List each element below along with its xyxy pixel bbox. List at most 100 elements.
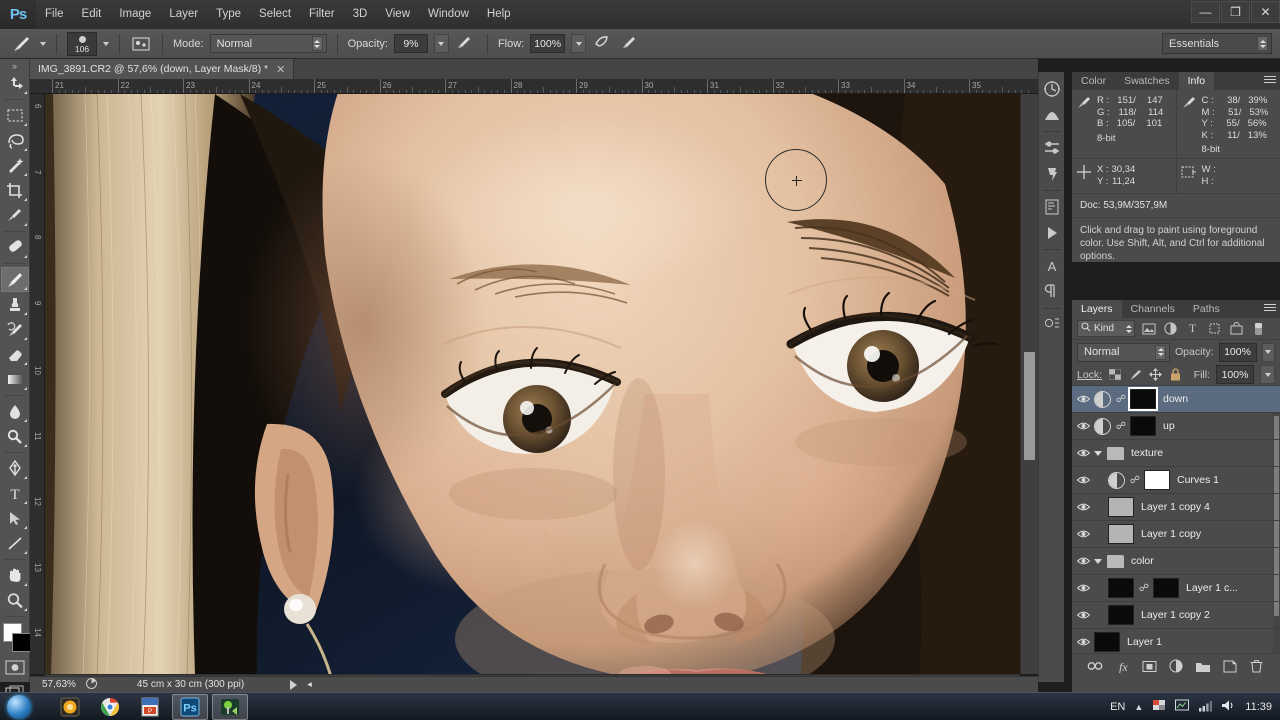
layer-row[interactable]: Layer 1: [1072, 629, 1280, 653]
opacity-input[interactable]: 9%: [393, 34, 428, 53]
layer-visibility-toggle-icon[interactable]: [1072, 394, 1094, 404]
status-expand-icon[interactable]: [290, 679, 298, 690]
adjustments-icon[interactable]: [1040, 135, 1064, 161]
layer-visibility-toggle-icon[interactable]: [1072, 583, 1094, 593]
tab-swatches[interactable]: Swatches: [1115, 72, 1179, 90]
brush-size-indicator[interactable]: 106: [67, 31, 97, 56]
taskbar-photoshop-icon[interactable]: Ps: [172, 693, 208, 720]
lock-all-icon[interactable]: [1168, 368, 1182, 382]
language-indicator[interactable]: EN: [1110, 701, 1125, 713]
taskbar-google-chrome-icon[interactable]: [92, 694, 128, 720]
layer-mask-icon[interactable]: [1140, 657, 1158, 675]
layer-opacity-input[interactable]: 100%: [1218, 342, 1257, 362]
new-layer-icon[interactable]: [1221, 657, 1239, 675]
layer-row[interactable]: Layer 1 copy: [1072, 521, 1280, 548]
layer-visibility-toggle-icon[interactable]: [1072, 475, 1094, 485]
new-adjustment-layer-icon[interactable]: [1167, 657, 1185, 675]
pen-tool[interactable]: [1, 456, 29, 481]
background-color-swatch[interactable]: [12, 633, 31, 652]
history-icon[interactable]: [1040, 76, 1064, 102]
properties-icon[interactable]: [1040, 194, 1064, 220]
chevron-up-icon[interactable]: ▲: [1134, 702, 1143, 712]
close-button[interactable]: ✕: [1251, 1, 1280, 23]
layer-visibility-toggle-icon[interactable]: [1072, 421, 1094, 431]
layer-mask-thumbnail[interactable]: [1130, 416, 1156, 436]
paragraph-icon[interactable]: [1040, 279, 1064, 305]
taskbar-powerpoint-icon[interactable]: P: [132, 694, 168, 720]
layer-row[interactable]: ☍ Curves 1: [1072, 467, 1280, 494]
type-filter-icon[interactable]: T: [1184, 320, 1201, 337]
adjustment-filter-icon[interactable]: [1162, 320, 1179, 337]
tab-color[interactable]: Color: [1072, 72, 1115, 90]
layer-thumbnail[interactable]: [1108, 497, 1134, 517]
filter-toggle-icon[interactable]: [1250, 320, 1267, 337]
adjustment-thumbnail[interactable]: [1108, 471, 1125, 489]
group-expand-chevron-down-icon[interactable]: [1094, 558, 1102, 564]
layer-row[interactable]: ☍ down: [1072, 386, 1280, 413]
menu-help[interactable]: Help: [478, 0, 520, 29]
zoom-tool[interactable]: [1, 588, 29, 613]
layer-list[interactable]: ☍ down ☍ up texture ☍ Curves 1 Layer 1 copy 4 La…: [1072, 386, 1280, 654]
layer-visibility-toggle-icon[interactable]: [1072, 502, 1094, 512]
taskbar-camtasia-icon[interactable]: [212, 693, 248, 720]
image-canvas[interactable]: [45, 94, 1020, 674]
move-tool[interactable]: [1, 71, 29, 96]
quick-mask-icon[interactable]: [1, 655, 29, 680]
color-swatches[interactable]: [0, 621, 31, 655]
delete-layer-icon[interactable]: [1247, 657, 1265, 675]
dodge-tool[interactable]: [1, 424, 29, 449]
layer-row[interactable]: ☍ Layer 1 c...: [1072, 575, 1280, 602]
flow-chevron-down-icon[interactable]: [571, 34, 587, 53]
path-selection-tool[interactable]: [1, 506, 29, 531]
tab-channels[interactable]: Channels: [1122, 300, 1184, 318]
layer-row[interactable]: Layer 1 copy 4: [1072, 494, 1280, 521]
horizontal-ruler[interactable]: 21 22 23 24 25 26 27 28 29 30 31 32 33 34 35: [30, 79, 1038, 94]
panel-menu-icon[interactable]: [1264, 304, 1276, 314]
link-mask-icon[interactable]: ☍: [1115, 394, 1127, 405]
layer-visibility-toggle-icon[interactable]: [1072, 610, 1094, 620]
menu-filter[interactable]: Filter: [300, 0, 344, 29]
clock[interactable]: 11:39: [1245, 701, 1272, 713]
layer-thumbnail[interactable]: [1094, 632, 1120, 652]
lock-transparent-pixels-icon[interactable]: [1108, 368, 1122, 382]
close-icon[interactable]: ✕: [276, 63, 285, 76]
brush-tool-preset-icon[interactable]: [8, 33, 34, 55]
layer-mask-thumbnail[interactable]: [1153, 578, 1179, 598]
workspace-select[interactable]: Essentials: [1162, 33, 1272, 54]
restore-button[interactable]: ❐: [1221, 1, 1250, 23]
lock-position-icon[interactable]: [1148, 368, 1162, 382]
brush-panel-chevron-down-icon[interactable]: [103, 41, 109, 46]
layer-thumbnail[interactable]: [1108, 524, 1134, 544]
layer-row[interactable]: texture: [1072, 440, 1280, 467]
layer-thumbnail[interactable]: [1108, 578, 1134, 598]
blend-mode-select[interactable]: Normal: [209, 34, 327, 53]
layer-visibility-toggle-icon[interactable]: [1072, 556, 1094, 566]
tablet-pressure-icon[interactable]: [620, 34, 642, 53]
menu-view[interactable]: View: [376, 0, 419, 29]
flag-action-center-icon[interactable]: [1152, 699, 1166, 715]
eraser-tool[interactable]: [1, 342, 29, 367]
spot-healing-brush-tool[interactable]: [1, 235, 29, 260]
vertical-ruler[interactable]: 6789101112131415: [30, 94, 45, 674]
hand-tool[interactable]: [1, 563, 29, 588]
taskbar-media-player-icon[interactable]: [52, 694, 88, 720]
pixel-filter-icon[interactable]: [1140, 320, 1157, 337]
menu-image[interactable]: Image: [110, 0, 160, 29]
layer-thumbnail[interactable]: [1108, 605, 1134, 625]
clone-stamp-tool[interactable]: [1, 292, 29, 317]
link-mask-icon[interactable]: ☍: [1138, 583, 1150, 594]
gradient-tool[interactable]: [1, 367, 29, 392]
brush-tool[interactable]: [0, 267, 29, 292]
layer-style-icon[interactable]: fx: [1113, 657, 1131, 675]
tab-info[interactable]: Info: [1178, 72, 1215, 90]
signal-icon[interactable]: [1198, 700, 1213, 715]
menu-type[interactable]: Type: [207, 0, 250, 29]
history-brush-tool[interactable]: [1, 317, 29, 342]
scrollbar-thumb[interactable]: [1024, 352, 1035, 460]
rectangular-marquee-tool[interactable]: [1, 103, 29, 128]
windows-start-orb-icon[interactable]: [0, 694, 38, 720]
menu-layer[interactable]: Layer: [160, 0, 207, 29]
menu-select[interactable]: Select: [250, 0, 300, 29]
menu-file[interactable]: File: [36, 0, 73, 29]
crop-tool[interactable]: [1, 178, 29, 203]
